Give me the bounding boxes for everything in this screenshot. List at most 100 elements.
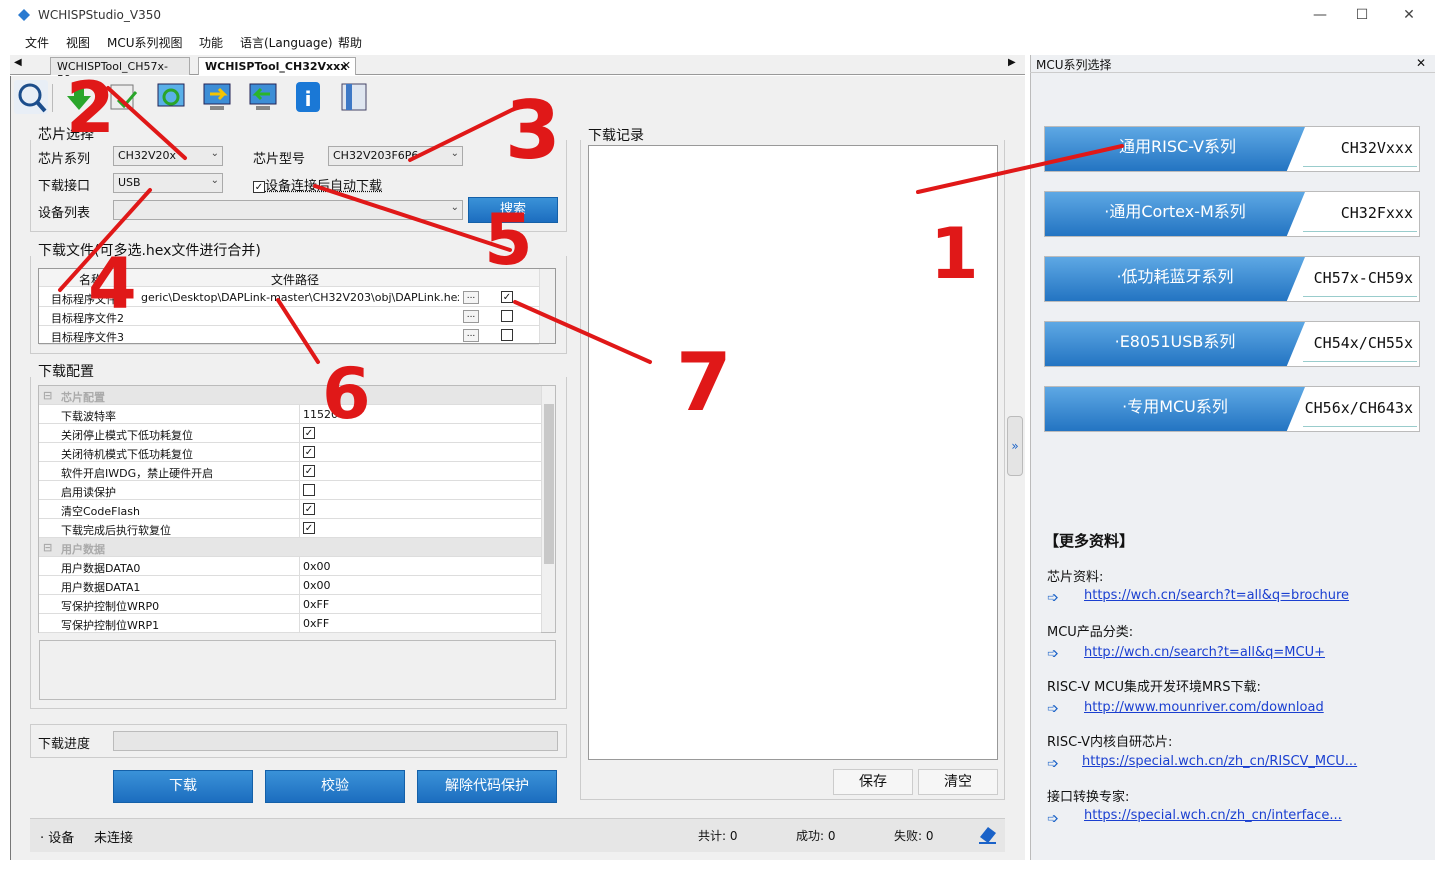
config-key: 下载波特率 — [61, 410, 116, 423]
mcu-panel-close-icon[interactable]: ✕ — [1416, 56, 1426, 70]
minimize-button[interactable]: — — [1300, 5, 1340, 25]
close-button[interactable]: ✕ — [1389, 5, 1429, 25]
progress-bar — [113, 731, 558, 751]
browse-button[interactable]: ... — [463, 291, 479, 304]
series-name: ·E8051USB系列 — [1045, 322, 1305, 366]
toolbar: i — [14, 78, 384, 118]
export-config-icon[interactable] — [246, 80, 280, 114]
config-row[interactable]: 关闭停止模式下低功耗复位 ✓ — [39, 424, 541, 443]
config-row[interactable]: 软件开启IWDG，禁止硬件开启 ✓ — [39, 462, 541, 481]
download-icon[interactable] — [62, 80, 96, 114]
status-device-label: · 设备 — [40, 831, 75, 846]
config-checkbox[interactable]: ✓ — [303, 446, 315, 458]
menu-view[interactable]: 视图 — [66, 34, 90, 51]
verify-button[interactable]: 校验 — [265, 770, 405, 803]
clear-log-button[interactable]: 清空 — [918, 769, 998, 795]
tab-label: WCHISPTool_CH32Vxxx — [205, 60, 348, 73]
config-key: 清空CodeFlash — [61, 505, 140, 518]
title-bar: WCHISPStudio_V350 — ☐ ✕ — [0, 0, 1440, 30]
config-checkbox[interactable]: ✓ — [303, 427, 315, 439]
menu-language[interactable]: 语言(Language) — [240, 34, 333, 51]
expand-panel-icon[interactable]: » — [1007, 416, 1023, 476]
series-ble-button[interactable]: ·低功耗蓝牙系列 CH57x-CH59x — [1044, 256, 1420, 302]
device-list-combo[interactable]: ⌄ — [113, 200, 463, 220]
menu-file[interactable]: 文件 — [25, 34, 49, 51]
remove-protection-button[interactable]: 解除代码保护 — [417, 770, 557, 803]
auto-download-checkbox[interactable]: ✓ — [253, 180, 265, 193]
search-button[interactable]: 搜索 — [468, 197, 558, 223]
verify-icon[interactable] — [106, 80, 140, 114]
resource-link[interactable]: https://special.wch.cn/zh_cn/interface..… — [1084, 808, 1342, 823]
file-checkbox[interactable] — [501, 329, 513, 341]
series-code: CH57x-CH59x — [1313, 269, 1413, 287]
tab-close-icon[interactable]: ✕ — [342, 59, 351, 72]
config-row[interactable]: 下载完成后执行软复位 ✓ — [39, 519, 541, 538]
browse-button[interactable]: ... — [463, 310, 479, 323]
more-resources-title: 【更多资料】 — [1044, 532, 1135, 550]
table-row[interactable]: 目标程序文件1 geric\Desktop\DAPLink-master\CH3… — [39, 288, 539, 307]
config-scrollbar[interactable] — [541, 386, 555, 632]
resource-link[interactable]: https://wch.cn/search?t=all&q=brochure — [1084, 588, 1349, 603]
series-special-button[interactable]: ·专用MCU系列 CH56x/CH643x — [1044, 386, 1420, 432]
file-checkbox[interactable]: ✓ — [501, 291, 513, 303]
config-row[interactable]: 启用读保护 — [39, 481, 541, 500]
config-value: 0x00 — [303, 560, 331, 573]
resource-label: 接口转换专家: — [1047, 790, 1130, 805]
series-cortexm-button[interactable]: ·通用Cortex-M系列 CH32Fxxx — [1044, 191, 1420, 237]
config-value: 0xFF — [303, 598, 330, 611]
config-row[interactable]: 用户数据DATA1 0x00 — [39, 576, 541, 595]
config-row[interactable]: 写保护控制位WRP0 0xFF — [39, 595, 541, 614]
file-table-scrollbar[interactable] — [539, 269, 555, 343]
config-checkbox[interactable]: ✓ — [303, 465, 315, 477]
config-checkbox[interactable]: ✓ — [303, 522, 315, 534]
col-name-header: 名称 — [79, 273, 104, 287]
resource-link[interactable]: https://special.wch.cn/zh_cn/RISCV_MCU..… — [1082, 754, 1357, 769]
series-combo[interactable]: CH32V20x ⌄ — [113, 146, 223, 166]
resource-link[interactable]: http://wch.cn/search?t=all&q=MCU+ — [1084, 645, 1325, 660]
table-row[interactable]: 目标程序文件2 ... — [39, 307, 539, 326]
menu-help[interactable]: 帮助 — [338, 34, 362, 51]
model-value: CH32V203F6P6 — [333, 149, 419, 162]
tab-ch32v[interactable]: WCHISPTool_CH32Vxxx ✕ — [198, 57, 356, 75]
config-row[interactable]: 用户数据DATA0 0x00 — [39, 557, 541, 576]
menu-mcu-view[interactable]: MCU系列视图 — [107, 34, 183, 51]
table-row[interactable]: 目标程序文件3 ... — [39, 326, 539, 345]
device-list-label: 设备列表 — [38, 206, 91, 221]
book-icon[interactable] — [338, 80, 372, 114]
maximize-button[interactable]: ☐ — [1342, 5, 1382, 25]
config-row[interactable]: 下载波特率 115200 — [39, 405, 541, 424]
file-table-header: 名称 文件路径 — [39, 269, 539, 287]
series-riscv-button[interactable]: ·通用RISC-V系列 CH32Vxxx — [1044, 126, 1420, 172]
config-row[interactable]: 关闭待机模式下低功耗复位 ✓ — [39, 443, 541, 462]
tab-scroll-right-icon[interactable]: ▶ — [1008, 57, 1016, 68]
config-section-chip[interactable]: ⊟ 芯片配置 — [39, 386, 541, 405]
config-row[interactable]: 写保护控制位WRP1 0xFF — [39, 614, 541, 633]
arrow-right-icon: ➩ — [1047, 646, 1059, 662]
series-e8051-button[interactable]: ·E8051USB系列 CH54x/CH55x — [1044, 321, 1420, 367]
model-combo[interactable]: CH32V203F6P6 ⌄ — [328, 146, 463, 166]
menu-function[interactable]: 功能 — [199, 34, 223, 51]
config-value: 0x00 — [303, 579, 331, 592]
tab-scroll-left-icon[interactable]: ◀ — [14, 57, 22, 68]
config-checkbox[interactable] — [303, 484, 315, 496]
info-icon[interactable]: i — [292, 80, 326, 114]
resource-link[interactable]: http://www.mounriver.com/download — [1084, 700, 1324, 715]
download-button[interactable]: 下载 — [113, 770, 253, 803]
save-log-button[interactable]: 保存 — [833, 769, 913, 795]
search-device-icon[interactable] — [14, 80, 48, 114]
browse-button[interactable]: ... — [463, 329, 479, 342]
import-config-icon[interactable] — [200, 80, 234, 114]
tab-ch57x[interactable]: WCHISPTool_CH57x-59x — [50, 57, 190, 86]
eraser-icon[interactable] — [976, 823, 998, 845]
auto-download-option[interactable]: ✓ 设备连接后自动下载 — [253, 175, 382, 194]
log-textarea[interactable] — [588, 145, 998, 760]
col-path-header: 文件路径 — [271, 273, 320, 287]
port-label: 下载接口 — [38, 179, 91, 194]
port-combo[interactable]: USB ⌄ — [113, 173, 223, 193]
config-section-user[interactable]: ⊟ 用户数据 — [39, 538, 541, 557]
config-row[interactable]: 清空CodeFlash ✓ — [39, 500, 541, 519]
section-label: 芯片配置 — [61, 391, 105, 404]
refresh-icon[interactable] — [154, 80, 188, 114]
file-checkbox[interactable] — [501, 310, 513, 322]
config-checkbox[interactable]: ✓ — [303, 503, 315, 515]
